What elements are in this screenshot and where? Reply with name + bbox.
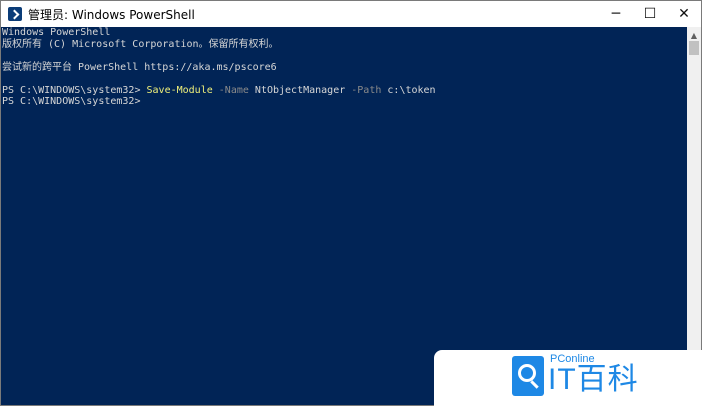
parameter-token: -Name [218,84,249,96]
console-line-banner: Windows PowerShell [2,27,111,38]
powershell-window: 管理员: Windows PowerShell ─ ☐ ✕ Windows Po… [0,0,702,406]
search-magnifier-icon [512,356,544,396]
close-button[interactable]: ✕ [667,1,701,27]
parameter-token: -Path [351,84,382,96]
console-line-command: PS C:\WINDOWS\system32> Save-Module -Nam… [1,85,687,97]
console-area[interactable]: Windows PowerShell 版权所有 (C) Microsoft Co… [1,27,687,405]
vertical-scrollbar[interactable]: ▲ [687,27,701,405]
powershell-app-icon[interactable] [8,7,22,21]
title-bar[interactable]: 管理员: Windows PowerShell ─ ☐ ✕ [1,1,701,27]
argument-token: NtObjectManager [254,84,346,96]
console-line-copyright: 版权所有 (C) Microsoft Corporation。保留所有权利。 [2,38,279,50]
console-line-prompt: PS C:\WINDOWS\system32> [2,96,141,107]
console-line-pscore-hint: 尝试新的跨平台 PowerShell https://aka.ms/pscore… [2,61,277,73]
pconline-watermark: PConline IT百科 [434,350,702,406]
prompt: PS C:\WINDOWS\system32> [2,84,141,96]
maximize-button[interactable]: ☐ [633,1,667,27]
scroll-thumb[interactable] [689,41,699,55]
cmdlet-token: Save-Module [146,84,213,96]
argument-token: c:\token [387,84,436,96]
window-title: 管理员: Windows PowerShell [28,7,195,22]
window-controls: ─ ☐ ✕ [599,1,701,27]
watermark-text: IT百科 [548,363,639,396]
scroll-up-arrow-icon[interactable]: ▲ [687,29,701,41]
minimize-button[interactable]: ─ [599,1,633,27]
